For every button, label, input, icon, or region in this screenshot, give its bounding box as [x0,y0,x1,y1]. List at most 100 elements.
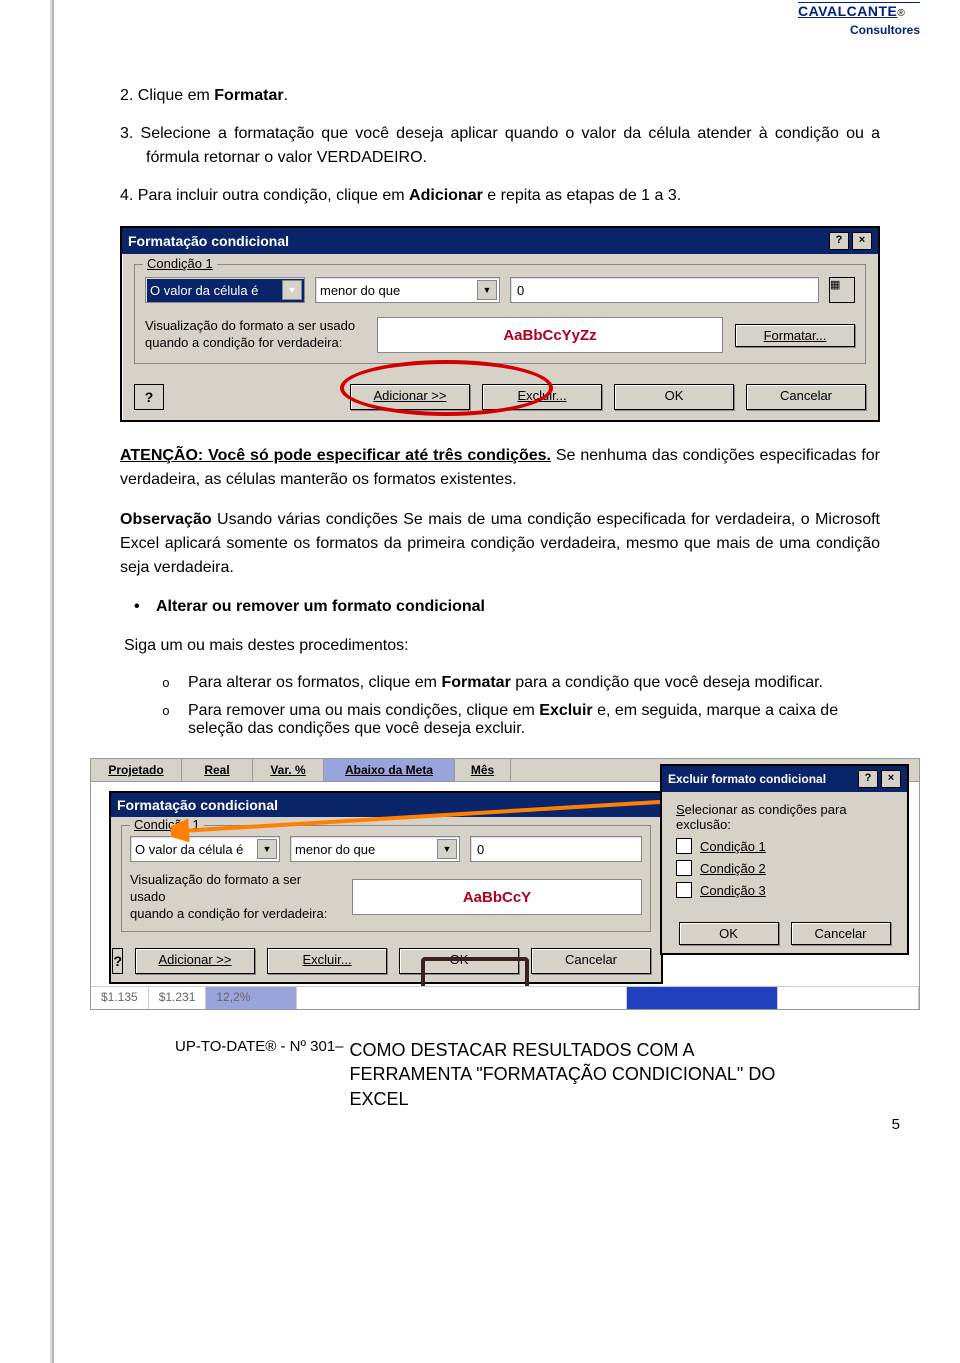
cond1-label: Condição 1 [700,839,766,854]
footer-title-3: EXCEL [350,1087,776,1111]
sub-item-2: Para remover uma ou mais condições, cliq… [162,702,880,738]
cell-p2: $1.231 [149,987,207,1009]
ok-button[interactable]: OK [614,384,734,410]
step-4-suffix: e repita as etapas de 1 a 3. [483,187,681,204]
step-3: 3. Selecione a formatação que você desej… [120,122,880,170]
brand-block: CAVALCANTE® Consultores [798,2,920,39]
brand-line2: Consultores [850,23,920,37]
step-2: 2. Clique em Formatar. [120,84,880,108]
format-usage-text: Visualização do formato a ser usado quan… [130,872,340,923]
exclude-button[interactable]: Excluir... [267,948,387,974]
fmt-line2: quando a condição for verdadeira: [130,906,327,921]
condition-type-combo[interactable]: O valor da célula é ▼ [130,836,280,862]
step-4-prefix: 4. Para incluir outra condição, clique e… [120,187,409,204]
obs-bold1: Observação [120,511,212,528]
chevron-down-icon[interactable]: ▼ [477,280,497,300]
fmt-line1: Visualização do formato a ser usado [130,872,301,904]
cell-p3: 12,2% [206,987,297,1009]
sub-item-1: Para alterar os formatos, clique em Form… [162,674,880,692]
col-real: Real [182,759,253,781]
dialog-titlebar: Formatação condicional [111,793,661,817]
page-number: 5 [892,1116,900,1133]
ok-button[interactable]: OK [399,948,519,974]
format-usage-text: Visualização do formato a ser usado quan… [145,318,365,352]
observation-paragraph: Observação Usando várias condições Se ma… [120,508,880,580]
i1-c: para a condição que você deseja modifica… [511,674,823,691]
comparison-combo[interactable]: menor do que ▼ [315,277,500,303]
chevron-down-icon[interactable]: ▼ [282,280,302,300]
footer-title-1: COMO DESTACAR RESULTADOS COM A [350,1038,776,1062]
dialog-titlebar: Formatação condicional ? × [122,228,878,254]
col-abaixo: Abaixo da Meta [324,759,455,781]
value-input[interactable]: 0 [510,277,819,303]
add-button[interactable]: Adicionar >> [350,384,470,410]
document-page: CAVALCANTE® Consultores 2. Clique em For… [0,0,960,1151]
checkbox-cond1[interactable] [676,838,692,854]
i1-b: Formatar [441,674,510,691]
checkbox-cond3[interactable] [676,882,692,898]
format-preview: AaBbCcY [352,879,642,915]
dialog-title: Formatação condicional [128,233,289,249]
col-projetado: Projetado [91,759,182,781]
col-mes: Mês [455,759,511,781]
conditions-checklist: SSelecionar as condições para exclusão:e… [662,792,907,914]
combo2-value: menor do que [320,283,400,298]
bullet-alter-remove: Alterar ou remover um formato condiciona… [120,598,880,616]
chevron-down-icon[interactable]: ▼ [437,839,457,859]
group-label: Condição 1 [130,817,204,832]
lower-screenshot: Projetado Real Var. % Abaixo da Meta Mês… [90,758,920,1010]
cancel-button[interactable]: Cancelar [791,922,891,945]
delete-conditions-dialog: Excluir formato condicional ? × SSelecio… [660,764,909,955]
condition-group: Condição 1 O valor da célula é ▼ menor d… [121,825,651,932]
format-preview: AaBbCcYyZz [377,317,723,353]
help-icon[interactable]: ? [134,384,164,410]
sheet-bottom-row: $1.135 $1.231 12,2% [91,986,919,1009]
step-4-bold: Adicionar [409,187,483,204]
help-icon[interactable]: ? [112,948,123,974]
step-2-prefix: 2. Clique em [120,87,214,104]
body-content: 2. Clique em Formatar. 3. Selecione a fo… [120,0,880,738]
group-label: Condição 1 [143,256,217,271]
followups-intro: Siga um ou mais destes procedimentos: [124,634,880,658]
range-picker-icon[interactable]: ▦ [829,277,855,303]
format-button[interactable]: Formatar... [735,324,855,347]
comparison-combo[interactable]: menor do que ▼ [290,836,460,862]
value-input[interactable]: 0 [470,836,642,862]
cond3-label: Condição 3 [700,883,766,898]
step-2-bold: Formatar [214,87,283,104]
footer-title-2: FERRAMENTA "FORMATAÇÃO CONDICIONAL" DO [350,1062,776,1086]
brand-reg: ® [897,8,904,19]
sub-list: Para alterar os formatos, clique em Form… [162,674,880,738]
cancel-button[interactable]: Cancelar [746,384,866,410]
combo2-value: menor do que [295,842,375,857]
exclude-button[interactable]: Excluir... [482,384,602,410]
cancel-button[interactable]: Cancelar [531,948,651,974]
help-icon[interactable]: ? [858,770,878,788]
checklist-instruction: SSelecionar as condições para exclusão:e… [676,802,893,832]
add-button[interactable]: Adicionar >> [135,948,255,974]
fmt-line2: quando a condição for verdadeira: [145,335,342,350]
condition-group: Condição 1 O valor da célula é ▼ menor d… [134,264,866,364]
warning-bold: ATENÇÃO: Você só pode especificar até tr… [120,447,551,464]
conditional-format-dialog-2: Formatação condicional Condição 1 O valo… [109,791,663,984]
close-icon[interactable]: × [852,232,872,250]
chevron-down-icon[interactable]: ▼ [257,839,277,859]
ok-button[interactable]: OK [679,922,779,945]
close-icon[interactable]: × [881,770,901,788]
checkbox-cond2[interactable] [676,860,692,876]
step-4: 4. Para incluir outra condição, clique e… [120,184,880,208]
left-margin-rule [18,0,54,1363]
col-var: Var. % [253,759,324,781]
obs-text: Usando várias condições Se mais de uma c… [120,511,880,576]
i2-a: Para remover uma ou mais condições, cliq… [188,702,539,719]
footer-series: UP-TO-DATE® - Nº 301– [175,1038,344,1055]
combo1-value: O valor da célula é [150,283,258,298]
condition-type-combo[interactable]: O valor da célula é ▼ [145,277,305,303]
value-input-text: 0 [517,283,524,298]
cell-p1: $1.135 [91,987,149,1009]
value-input-text: 0 [477,842,484,857]
step-2-suffix: . [284,87,288,104]
fmt-line1: Visualização do formato a ser usado [145,318,355,333]
help-icon[interactable]: ? [829,232,849,250]
cond2-label: Condição 2 [700,861,766,876]
